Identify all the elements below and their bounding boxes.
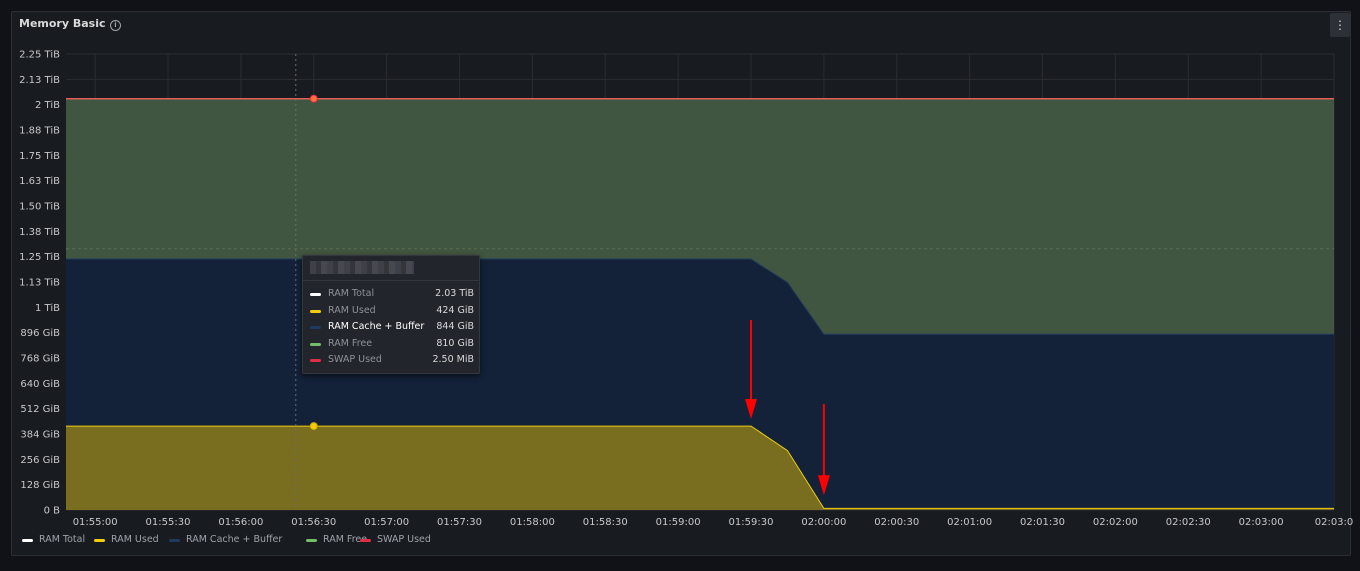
y-tick-label: 768 GiB [20, 354, 60, 365]
tooltip-row: RAM Cache + Buffer 844 GiB [310, 321, 474, 335]
legend-label: RAM Used [111, 534, 159, 545]
y-tick-label: 640 GiB [20, 379, 60, 390]
x-tick-label: 02:00:00 [801, 517, 846, 528]
y-tick-label: 1.50 TiB [19, 202, 60, 213]
x-tick-label: 02:02:30 [1166, 517, 1211, 528]
y-tick-label: 1.63 TiB [19, 176, 60, 187]
legend-swatch [169, 539, 180, 542]
tooltip-row: RAM Free 810 GiB [310, 338, 474, 352]
x-tick-label: 02:00:30 [874, 517, 919, 528]
tooltip-series-name: RAM Used [328, 304, 376, 316]
x-tick-label: 02:01:00 [947, 517, 992, 528]
x-tick-label: 01:55:30 [146, 517, 191, 528]
y-tick-label: 1.13 TiB [19, 278, 60, 289]
series-swatch [310, 309, 321, 313]
x-tick-label: 01:57:30 [437, 517, 482, 528]
tooltip-series-name: RAM Cache + Buffer [328, 321, 425, 332]
y-tick-label: 1 TiB [35, 303, 60, 314]
legend-swatch [22, 539, 33, 542]
y-tick-label: 512 GiB [20, 404, 60, 415]
series-swatch [310, 342, 321, 346]
x-tick-label: 01:58:30 [583, 517, 628, 528]
tooltip-series-value: 844 GiB [436, 321, 474, 332]
legend-swatch [306, 539, 317, 542]
legend-label: RAM Cache + Buffer [186, 534, 283, 545]
legend-label: SWAP Used [377, 534, 431, 545]
y-tick-label: 0 B [44, 506, 61, 517]
series-swatch [310, 359, 321, 362]
tooltip-series-name: RAM Free [328, 337, 373, 349]
hover-point-ram-total [309, 94, 318, 103]
tooltip-timestamp-redacted [310, 261, 414, 274]
memory-chart[interactable]: 0 B 128 GiB 256 GiB 384 GiB 512 GiB 640 GiB 76… [0, 0, 1360, 571]
x-tick-label: 02:01:30 [1020, 517, 1065, 528]
tooltip-row: SWAP Used 2.50 MiB [310, 354, 474, 368]
y-tick-label: 2 TiB [35, 100, 60, 111]
legend-swatch [360, 539, 371, 542]
tooltip-series-value: 2.03 TiB [435, 288, 474, 299]
x-tick-label: 01:56:00 [218, 517, 263, 528]
x-tick-label: 01:59:30 [729, 517, 774, 528]
y-tick-label: 1.88 TiB [19, 126, 60, 137]
y-tick-label: 384 GiB [20, 430, 60, 441]
y-tick-label: 1.38 TiB [19, 227, 60, 238]
x-tick-label: 01:55:00 [73, 517, 118, 528]
tooltip-divider [303, 280, 479, 281]
y-tick-label: 896 GiB [20, 328, 60, 339]
tooltip-series-name: SWAP Used [328, 354, 382, 365]
x-tick-label: 01:58:00 [510, 517, 555, 528]
tooltip-series-name: RAM Total [328, 288, 375, 299]
y-tick-label: 128 GiB [20, 480, 60, 491]
tooltip-row: RAM Used 424 GiB [310, 305, 474, 319]
legend-swatch [94, 539, 105, 542]
x-tick-label: 02:02:00 [1093, 517, 1138, 528]
y-tick-label: 256 GiB [20, 455, 60, 466]
x-tick-label: 01:56:30 [291, 517, 336, 528]
x-tick-label: 02:03:00 [1239, 517, 1284, 528]
y-tick-label: 2.13 TiB [19, 75, 60, 86]
legend-label: RAM Total [39, 534, 86, 545]
x-tick-label: 01:57:00 [364, 517, 409, 528]
y-tick-label: 1.25 TiB [19, 252, 60, 263]
tooltip-row: RAM Total 2.03 TiB [310, 288, 474, 302]
tooltip-series-value: 810 GiB [436, 337, 474, 349]
x-tick-label: 02:03:0 [1315, 517, 1354, 528]
series-swatch [310, 293, 321, 296]
hover-point-ram-used [309, 422, 318, 431]
tooltip-series-value: 2.50 MiB [432, 354, 474, 365]
series-swatch [310, 326, 321, 329]
y-tick-label: 2.25 TiB [19, 50, 60, 61]
x-tick-label: 01:59:00 [656, 517, 701, 528]
tooltip-series-value: 424 GiB [436, 304, 474, 316]
hover-tooltip: RAM Total 2.03 TiB RAM Used 424 GiB RAM Cach… [302, 255, 480, 374]
y-tick-label: 1.75 TiB [19, 151, 60, 162]
